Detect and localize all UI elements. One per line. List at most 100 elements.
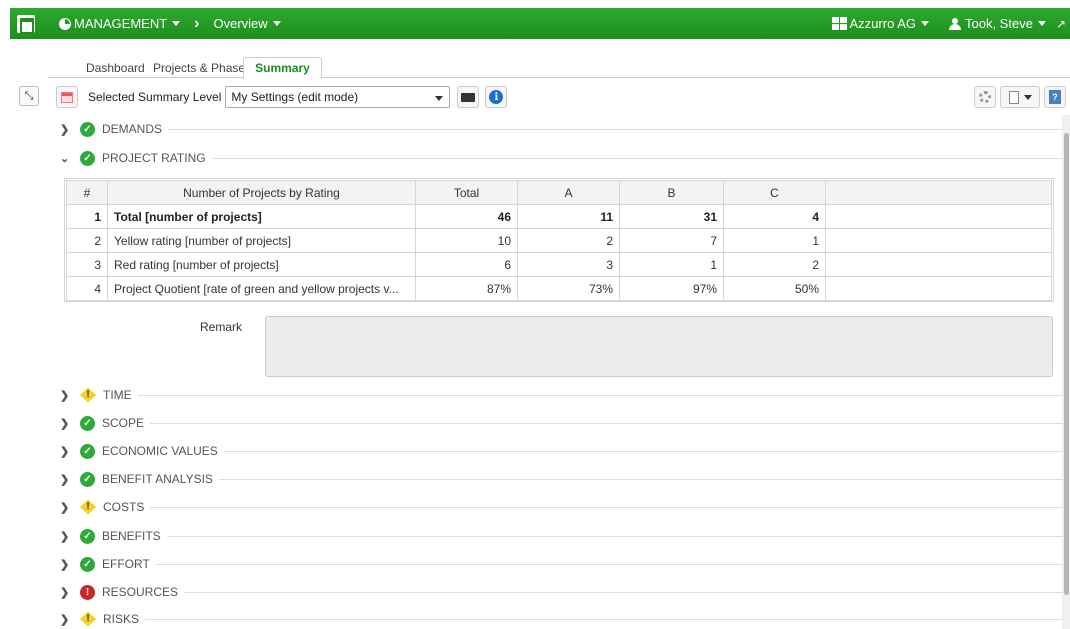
calendar-button[interactable] — [56, 86, 78, 108]
chevron-down-icon — [921, 21, 929, 26]
row-total: 46 — [415, 204, 518, 229]
row-c: 2 — [723, 252, 826, 277]
divider — [168, 128, 1063, 130]
column-header-total[interactable]: Total — [415, 180, 518, 205]
section-label: BENEFITS — [102, 529, 161, 543]
divider — [150, 422, 1063, 424]
section-benefit-analysis[interactable]: ❯ ✓ BENEFIT ANALYSIS — [60, 470, 1063, 488]
row-total: 87% — [415, 276, 518, 301]
row-index: 4 — [66, 276, 108, 301]
column-header-c[interactable]: C — [723, 180, 826, 205]
chevron-right-icon: ❯ — [60, 558, 70, 571]
company-menu-label: Azzurro AG — [849, 16, 916, 31]
divider — [218, 478, 1063, 480]
row-b: 1 — [619, 252, 724, 277]
chevron-down-icon — [272, 21, 281, 26]
summary-level-label: Selected Summary Level — [88, 90, 222, 104]
section-effort[interactable]: ❯ ✓ EFFORT — [60, 555, 1063, 573]
section-label: RISKS — [103, 612, 140, 626]
info-button[interactable]: i — [485, 86, 508, 108]
row-a: 3 — [517, 252, 620, 277]
section-scope[interactable]: ❯ ✓ SCOPE — [60, 414, 1063, 432]
export-button[interactable] — [1000, 86, 1040, 108]
section-label: SCOPE — [102, 416, 145, 430]
tab-projects-phases[interactable]: Projects & Phases — [153, 61, 251, 75]
status-ok-icon: ✓ — [80, 556, 95, 572]
section-resources[interactable]: ❯ ! RESOURCES — [60, 583, 1063, 601]
user-icon — [949, 17, 961, 30]
row-index: 1 — [66, 204, 108, 229]
view-menu[interactable]: Overview — [214, 16, 281, 31]
status-ok-icon: ✓ — [80, 443, 95, 459]
row-c: 1 — [723, 228, 826, 253]
section-demands[interactable]: ❯ ✓ DEMANDS — [60, 120, 1063, 138]
section-label: BENEFIT ANALYSIS — [102, 472, 213, 486]
expand-icon[interactable]: ⤡ — [19, 86, 39, 106]
chevron-right-icon: ❯ — [60, 613, 70, 626]
app-logo-icon[interactable] — [17, 14, 35, 34]
section-risks[interactable]: ❯ ! RISKS — [60, 610, 1063, 628]
main-nav-bar: MANAGEMENT › Overview Azzurro AG Took, S… — [10, 8, 1070, 39]
view-menu-label: Overview — [213, 16, 268, 31]
summary-level-select[interactable]: My Settings (edit mode) — [225, 86, 451, 108]
help-button[interactable]: ? — [1044, 86, 1066, 108]
divider — [184, 591, 1063, 593]
status-ok-icon: ✓ — [80, 528, 95, 544]
row-index: 2 — [66, 228, 108, 253]
row-a: 73% — [517, 276, 620, 301]
column-header-b[interactable]: B — [619, 180, 724, 205]
chevron-right-icon: ❯ — [60, 417, 70, 430]
chevron-down-icon — [172, 21, 181, 26]
column-header-index[interactable]: # — [66, 180, 108, 205]
info-icon: i — [489, 90, 504, 104]
section-label: TIME — [103, 388, 132, 402]
divider — [155, 563, 1063, 565]
row-b: 7 — [619, 228, 724, 253]
calendar-icon — [61, 91, 73, 103]
rating-table: # Number of Projects by Rating Total A B… — [66, 180, 1052, 301]
chevron-right-icon: ❯ — [60, 473, 70, 486]
table-header-row: # Number of Projects by Rating Total A B… — [66, 180, 1052, 205]
remark-label: Remark — [200, 320, 243, 334]
summary-level-value: My Settings (edit mode) — [231, 90, 359, 104]
row-total: 6 — [415, 252, 518, 277]
row-empty — [825, 228, 1052, 253]
settings-button[interactable] — [974, 86, 996, 108]
divider — [137, 394, 1063, 396]
row-empty — [825, 276, 1052, 301]
row-b: 31 — [619, 204, 724, 229]
section-project-rating[interactable]: ⌄ ✓ PROJECT RATING — [60, 149, 1063, 167]
user-menu[interactable]: Took, Steve — [949, 16, 1046, 31]
number-format-button[interactable] — [457, 86, 480, 108]
gear-icon — [979, 91, 991, 103]
status-ok-icon: ✓ — [80, 415, 95, 431]
section-economic-values[interactable]: ❯ ✓ ECONOMIC VALUES — [60, 442, 1063, 460]
company-menu[interactable]: Azzurro AG — [831, 16, 929, 31]
section-costs[interactable]: ❯ ! COSTS — [60, 498, 1063, 516]
summary-toolbar: Selected Summary Level My Settings (edit… — [56, 86, 508, 108]
table-row[interactable]: 1 Total [number of projects] 46 11 31 4 — [66, 204, 1052, 229]
table-row[interactable]: 2 Yellow rating [number of projects] 10 … — [66, 228, 1052, 253]
remark-textarea[interactable] — [265, 316, 1053, 377]
table-row[interactable]: 3 Red rating [number of projects] 6 3 1 … — [66, 252, 1052, 277]
status-ok-icon: ✓ — [80, 471, 95, 487]
fullscreen-icon[interactable]: ↗ — [1056, 17, 1066, 31]
chevron-right-icon: ❯ — [60, 501, 70, 514]
pie-chart-icon — [59, 17, 71, 30]
row-total: 10 — [415, 228, 518, 253]
scrollbar-thumb[interactable] — [1064, 133, 1069, 595]
module-menu[interactable]: MANAGEMENT — [59, 16, 181, 31]
number-icon — [461, 92, 476, 102]
table-row[interactable]: 4 Project Quotient [rate of green and ye… — [66, 276, 1052, 301]
section-time[interactable]: ❯ ! TIME — [60, 386, 1063, 404]
divider — [211, 157, 1063, 159]
chevron-right-icon: ❯ — [60, 530, 70, 543]
section-label: EFFORT — [102, 557, 150, 571]
tab-summary[interactable]: Summary — [243, 57, 322, 79]
column-header-name[interactable]: Number of Projects by Rating — [107, 180, 416, 205]
section-benefits[interactable]: ❯ ✓ BENEFITS — [60, 527, 1063, 545]
tab-dashboard[interactable]: Dashboard — [86, 61, 145, 75]
tab-bar: Dashboard Projects & Phases Summary — [48, 57, 1070, 79]
status-ok-icon: ✓ — [80, 150, 95, 166]
column-header-a[interactable]: A — [517, 180, 620, 205]
